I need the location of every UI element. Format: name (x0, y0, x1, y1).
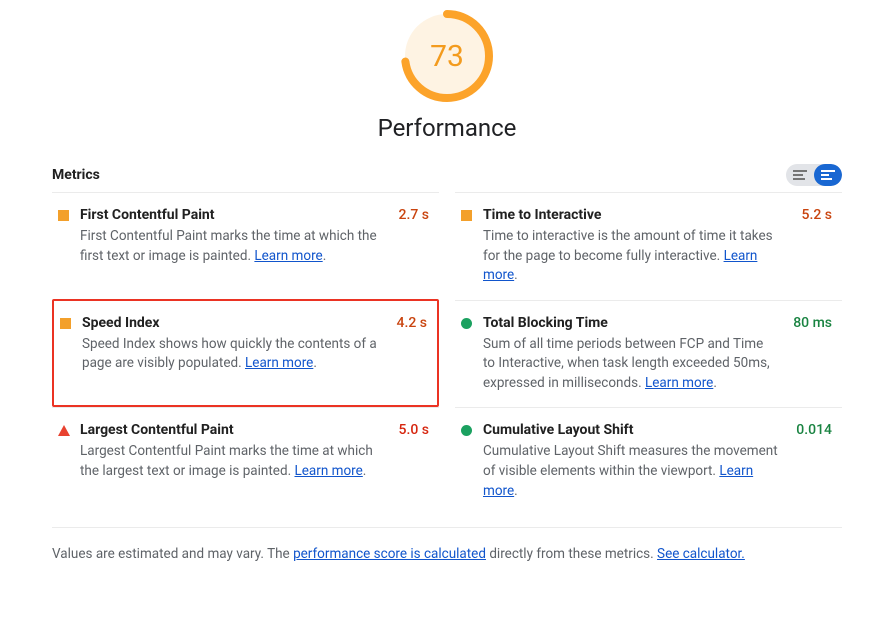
triangle-red-icon (58, 425, 70, 436)
score-gauge-section: 73 (52, 10, 842, 106)
score-value: 73 (401, 10, 493, 102)
circle-green-icon (461, 318, 473, 329)
score-gauge: 73 (401, 10, 493, 102)
metric-lcp: Largest Contentful Paint Largest Content… (52, 407, 439, 515)
metric-value: 5.2 s (802, 207, 833, 223)
metric-title: Cumulative Layout Shift (483, 422, 778, 438)
metric-tbt: Total Blocking Time Sum of all time peri… (455, 300, 842, 408)
learn-more-link[interactable]: Learn more (645, 375, 713, 391)
footer-note: Values are estimated and may vary. The p… (52, 527, 842, 562)
metric-value: 5.0 s (399, 422, 430, 438)
metric-desc: Speed Index shows how quickly the conten… (82, 335, 379, 374)
metric-title: Speed Index (82, 315, 379, 331)
metric-desc: Sum of all time periods between FCP and … (483, 335, 775, 394)
square-orange-icon (58, 210, 70, 221)
metric-value: 0.014 (796, 422, 832, 438)
metric-fcp: First Contentful Paint First Contentful … (52, 192, 439, 300)
metrics-grid: First Contentful Paint First Contentful … (52, 192, 842, 515)
metric-title: Time to Interactive (483, 207, 784, 223)
learn-more-link[interactable]: Learn more (254, 248, 322, 264)
square-orange-icon (60, 318, 72, 329)
metric-cls: Cumulative Layout Shift Cumulative Layou… (455, 407, 842, 515)
metric-desc: First Contentful Paint marks the time at… (80, 227, 381, 266)
metric-value: 80 ms (793, 315, 832, 331)
toggle-compact-button[interactable] (786, 164, 814, 186)
learn-more-link[interactable]: Learn more (245, 355, 313, 371)
learn-more-link[interactable]: Learn more (294, 463, 362, 479)
metric-desc: Largest Contentful Paint marks the time … (80, 442, 381, 481)
page-title: Performance (52, 114, 842, 142)
score-calc-link[interactable]: performance score is calculated (293, 546, 486, 562)
metrics-heading: Metrics (52, 167, 100, 183)
metric-desc: Time to interactive is the amount of tim… (483, 227, 784, 286)
circle-green-icon (461, 425, 473, 436)
metric-title: Total Blocking Time (483, 315, 775, 331)
metric-desc: Cumulative Layout Shift measures the mov… (483, 442, 778, 501)
metric-title: Largest Contentful Paint (80, 422, 381, 438)
metric-value: 4.2 s (397, 315, 428, 331)
see-calculator-link[interactable]: See calculator. (657, 546, 745, 562)
metric-value: 2.7 s (399, 207, 430, 223)
square-orange-icon (461, 210, 473, 221)
toggle-expanded-button[interactable] (814, 164, 842, 186)
metric-si: Speed Index Speed Index shows how quickl… (52, 299, 439, 408)
view-toggle (786, 164, 842, 186)
metric-title: First Contentful Paint (80, 207, 381, 223)
metric-tti: Time to Interactive Time to interactive … (455, 192, 842, 300)
